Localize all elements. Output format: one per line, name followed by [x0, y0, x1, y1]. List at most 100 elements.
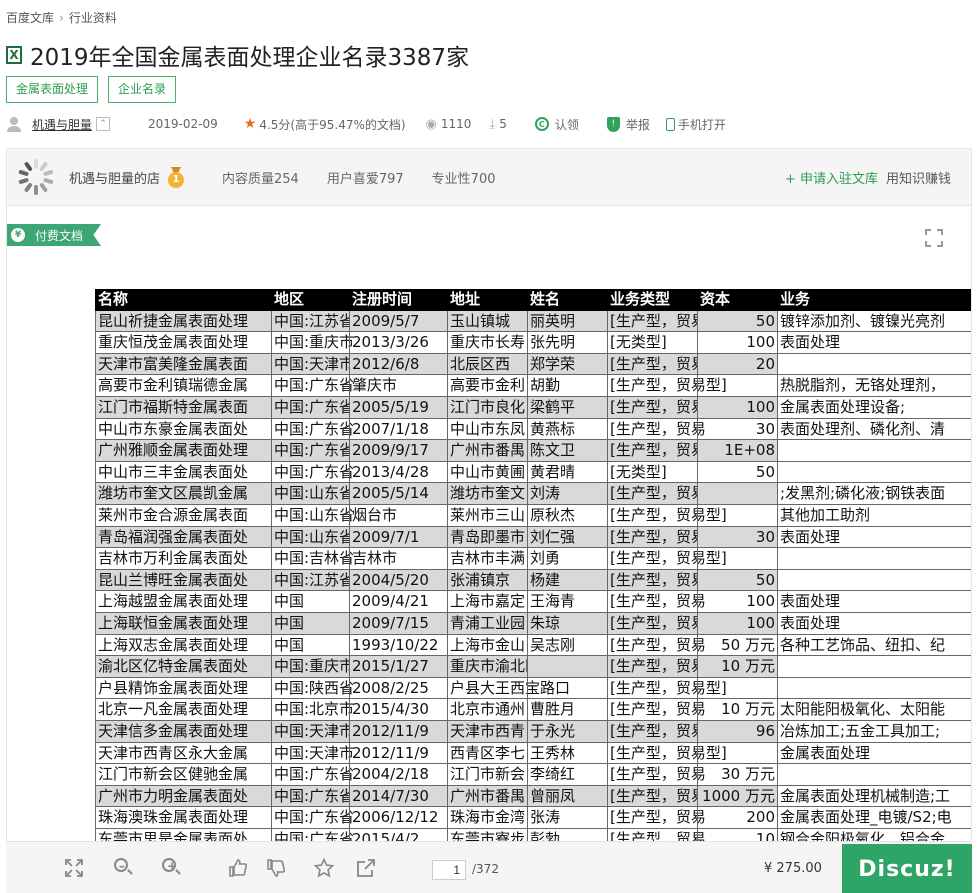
star-outline-icon[interactable] [313, 857, 335, 878]
table-row: 户县精饰金属表面处理 中国:陕西省 2008/2/25 户县大王西宝路口 [生产型，贸易… [95, 677, 971, 700]
cell-contact: 吴志刚 [527, 634, 607, 657]
breadcrumb-category[interactable]: 行业资料 [69, 9, 117, 26]
paid-doc-ribbon: ¥ 付费文档 [7, 224, 102, 246]
cell-contact [527, 677, 607, 700]
page-number-input[interactable] [432, 860, 466, 880]
zoom-in-icon[interactable]: + [162, 858, 182, 878]
uploader-link[interactable]: 机遇与胆量 [32, 116, 92, 133]
page-title: 2019年全国金属表面处理企业名录3387家 [30, 45, 470, 71]
cell-name: 上海双志金属表面处理 [95, 634, 271, 657]
apply-store-link[interactable]: + 申请入驻文库 [785, 168, 878, 187]
cell-business: 表面处理 [777, 613, 971, 635]
cell-reg-date: 肇庆市 [349, 375, 447, 397]
viewer-toolbar: – + /372 ¥ 275.00 Discuz! [6, 841, 972, 893]
cell-reg-date: 2012/11/9 [349, 721, 447, 743]
tag-company-directory[interactable]: 企业名录 [108, 76, 177, 103]
cell-biz-type: [生产型，贸易 [607, 764, 706, 786]
cell-capital: 10 万元 [697, 699, 777, 721]
cell-region: 中国:山东省 [271, 505, 354, 527]
mobile-open-link[interactable]: 手机打开 [665, 116, 726, 133]
table-row: 高要市金利镇瑞德金属 中国:广东省 肇庆市 高要市金利 胡勤 [生产型，贸易型] 热脱脂剂，… [95, 375, 971, 397]
cell-business: 表面处理 [777, 526, 971, 549]
cell-biz-type: [生产型，贸易型] [607, 375, 727, 397]
cell-business: 热脱脂剂，无铬处理剂， [777, 375, 971, 397]
cell-region: 中国 [271, 591, 349, 613]
view-count: ◉ 1110 [426, 117, 472, 132]
table-row: 上海越盟金属表面处理 中国 2009/4/21 上海市嘉定 王海青 [生产型，贸易 100 表… [95, 591, 971, 613]
cell-business: 金属表面处理_电镀/S2;电 [777, 807, 971, 829]
cell-biz-type: [生产型，贸易 [607, 440, 706, 462]
cell-region: 中国:广东省 [271, 807, 354, 829]
share-icon[interactable] [356, 858, 376, 878]
cell-capital [697, 483, 777, 505]
cell-business [777, 656, 971, 678]
cell-reg-date: 2009/7/1 [349, 526, 447, 549]
cell-reg-date: 2004/2/18 [349, 764, 447, 786]
store-bar: 机遇与胆量的店 内容质量254 用户喜爱797 专业性700 + 申请入驻文库 … [6, 148, 972, 206]
cell-name: 广州雅顺金属表面处理 [95, 440, 271, 462]
breadcrumb: 百度文库 › 行业资料 [6, 9, 117, 26]
cell-capital: 30 万元 [697, 764, 777, 786]
cell-reg-date: 2009/5/7 [349, 310, 447, 333]
cell-business [777, 548, 971, 570]
cell-biz-type: [生产型，贸易型] [607, 483, 727, 505]
breadcrumb-home[interactable]: 百度文库 [6, 9, 54, 26]
claim-link[interactable]: C 认领 [534, 116, 579, 133]
cell-address: 张浦镇京 [447, 569, 527, 592]
cell-capital [697, 505, 777, 527]
header-cell-name: 名称 [95, 289, 271, 311]
cell-reg-date: 2009/9/17 [349, 440, 447, 462]
cell-name: 广州市力明金属表面处 [95, 785, 271, 808]
table-row: 广州雅顺金属表面处理 中国:广东省 2009/9/17 广州市番禺 陈文卫 [生产型，贸易… [95, 440, 971, 462]
copyright-icon: C [534, 117, 549, 131]
cell-contact: 李绮红 [527, 764, 607, 786]
table-row: 潍坊市奎文区晨凯金属 中国:山东省 2005/5/14 潍坊市奎文 刘涛 [生产型，贸易型… [95, 483, 971, 505]
fullscreen-icon[interactable] [925, 229, 943, 247]
document-viewer[interactable]: ¥ 付费文档 名称 地区 注册时间 地址 姓名 业务类型 资本 业务 昆山祈捷金属表面处理 中国:… [6, 206, 972, 893]
cell-contact [527, 656, 607, 678]
cell-business: 表面处理 [777, 332, 971, 354]
thumbs-down-icon[interactable] [266, 858, 286, 878]
cell-business: 太阳能阳极氧化、太阳能 [777, 699, 971, 721]
buy-button[interactable]: Discuz! [842, 844, 972, 893]
download-icon: ⤓ [489, 116, 496, 132]
cell-biz-type: [生产型，贸易 [607, 699, 706, 721]
cell-region: 中国:广东省 [271, 764, 354, 786]
cell-name: 中山市三丰金属表面处 [95, 461, 271, 484]
cell-region: 中国:天津市 [271, 721, 354, 743]
table-row: 北京一凡金属表面处理 中国:北京市 2015/4/30 北京市通州 曹胜月 [生产型，贸易… [95, 699, 971, 721]
star-icon: ★ [243, 116, 257, 132]
report-link[interactable]: ! 举报 [606, 116, 650, 133]
cell-capital: 1E+08 [697, 440, 777, 462]
cell-name: 中山市东豪金属表面处 [95, 418, 271, 441]
thumbs-up-icon[interactable] [228, 858, 248, 878]
cell-name: 天津信多金属表面处理 [95, 721, 271, 743]
cell-biz-type: [生产型，贸易 [607, 591, 706, 613]
cell-address: 江门市良化 [447, 397, 527, 419]
cell-address: 青浦工业园 [447, 613, 527, 635]
cell-contact: 张先明 [527, 332, 607, 354]
cell-address: 西青区李七 [447, 742, 527, 765]
fit-screen-icon[interactable] [64, 858, 84, 878]
cell-name: 天津市富美隆金属表面 [95, 353, 271, 376]
cell-reg-date: 2006/12/12 [349, 807, 447, 829]
cell-business [777, 353, 971, 376]
cell-address: 高要市金利 [447, 375, 527, 397]
cell-business: 金属表面处理 [777, 742, 971, 765]
tag-metal-surface[interactable]: 金属表面处理 [6, 76, 99, 103]
cell-name: 昆山祈捷金属表面处理 [95, 310, 271, 333]
cell-business: ;发黑剂;磷化液;钢铁表面 [777, 483, 971, 505]
cell-contact: 陈文卫 [527, 440, 607, 462]
table-row: 昆山兰博旺金属表面处 中国:江苏省 2004/5/20 张浦镇京 杨建 [生产型，贸易 50 [95, 569, 971, 592]
zoom-out-icon[interactable]: – [114, 858, 134, 878]
cell-reg-date: 吉林市 [349, 548, 447, 570]
cell-capital: 50 [697, 569, 777, 592]
cell-contact: 胡勤 [527, 375, 607, 397]
cell-biz-type: [生产型，贸易型] [607, 505, 727, 527]
store-name[interactable]: 机遇与胆量的店 [69, 168, 160, 187]
cell-capital [697, 742, 777, 765]
earn-link[interactable]: 用知识赚钱 [886, 168, 951, 187]
chevron-down-icon[interactable]: ⌃ [96, 117, 111, 131]
header-cell-capital: 资本 [697, 289, 777, 311]
cell-reg-date: 2015/1/27 [349, 656, 447, 678]
